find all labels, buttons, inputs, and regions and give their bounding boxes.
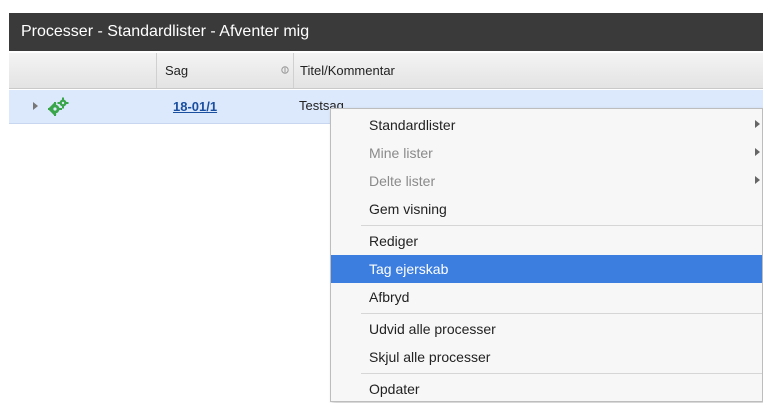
menu-item-label: Mine lister [369, 145, 433, 161]
menu-item-udvid-alle[interactable]: Udvid alle processer [331, 315, 762, 343]
table-header: Sag Titel/Kommentar [9, 53, 763, 89]
menu-item-label: Opdater [369, 381, 420, 397]
menu-item-label: Tag ejerskab [369, 261, 449, 277]
menu-item-skjul-alle[interactable]: Skjul alle processer [331, 343, 762, 371]
menu-item-afbryd[interactable]: Afbryd [331, 283, 762, 311]
menu-item-label: Skjul alle processer [369, 349, 491, 365]
menu-item-gem-visning[interactable]: Gem visning [331, 195, 762, 223]
menu-item-label: Delte lister [369, 173, 436, 189]
menu-separator [361, 313, 762, 314]
expand-arrow-icon[interactable] [33, 102, 38, 110]
menu-item-label: Rediger [369, 233, 419, 249]
menu-item-opdater[interactable]: Opdater [331, 375, 762, 403]
menu-item-label: Standardlister [369, 117, 456, 133]
sort-icon[interactable] [281, 65, 289, 75]
submenu-arrow-icon [755, 120, 760, 128]
menu-item-label: Udvid alle processer [369, 321, 496, 337]
menu-item-label: Gem visning [369, 201, 447, 217]
column-header-titel-label: Titel/Kommentar [300, 63, 395, 78]
column-header-titel[interactable]: Titel/Kommentar [294, 53, 763, 88]
menu-separator [361, 225, 762, 226]
gears-icon [47, 97, 69, 117]
menu-item-delte-lister[interactable]: Delte lister [331, 167, 762, 195]
menu-item-tag-ejerskab[interactable]: Tag ejerskab [331, 255, 762, 283]
column-header-sag[interactable]: Sag [157, 53, 294, 88]
case-number-link[interactable]: 18-01/1 [173, 99, 217, 114]
column-header-sag-label: Sag [165, 63, 189, 78]
menu-item-label: Afbryd [369, 289, 410, 305]
menu-item-standardlister[interactable]: Standardlister [331, 111, 762, 139]
menu-separator [361, 373, 762, 374]
header-cell-blank [9, 53, 157, 88]
window-title-bar: Processer - Standardlister - Afventer mi… [9, 13, 763, 51]
menu-item-mine-lister[interactable]: Mine lister [331, 139, 762, 167]
menu-item-rediger[interactable]: Rediger [331, 227, 762, 255]
context-menu: Standardlister Mine lister Delte lister … [330, 108, 763, 402]
submenu-arrow-icon [755, 148, 760, 156]
submenu-arrow-icon [755, 176, 760, 184]
window-title: Processer - Standardlister - Afventer mi… [21, 23, 310, 40]
